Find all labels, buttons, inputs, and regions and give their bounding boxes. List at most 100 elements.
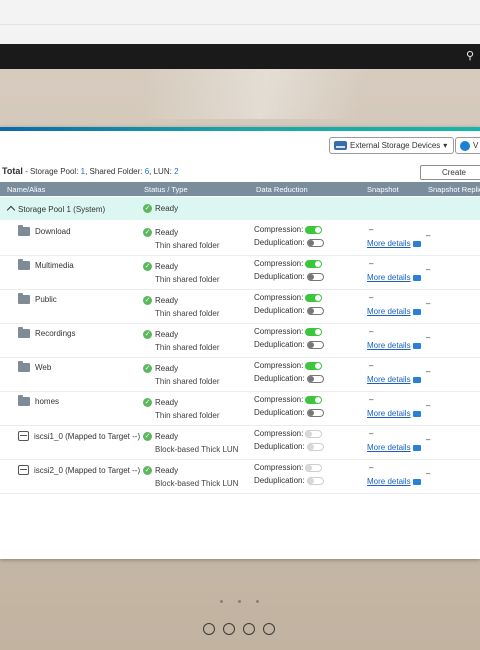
column-header-snapshot[interactable]: Snapshot	[367, 185, 399, 194]
snapshot-replica-value: –	[426, 401, 431, 410]
row-status-text: Ready	[155, 466, 179, 475]
check-icon: ✓	[143, 398, 152, 408]
deduplication-toggle[interactable]	[306, 476, 324, 485]
row-name[interactable]: homes	[18, 395, 60, 406]
table-header: Name/Alias Status / Type Data Reduction …	[0, 182, 480, 196]
row-name-text: iscsi1_0 (Mapped to Target --)	[34, 431, 141, 441]
folder-icon	[18, 293, 30, 304]
external-storage-devices-button[interactable]: External Storage Devices ▾	[329, 137, 455, 154]
row-name[interactable]: Download	[18, 225, 71, 236]
storage-pool-row[interactable]: Storage Pool 1 (System) ✓ Ready	[0, 197, 480, 220]
lun-count: 2	[174, 167, 179, 176]
row-status-text: Ready	[155, 228, 179, 237]
more-details-link[interactable]: More details	[367, 239, 421, 248]
compression-label: Compression:	[254, 259, 304, 268]
table-row[interactable]: Public ✓ Ready Thin shared folder Compressio…	[0, 289, 480, 324]
compression-toggle[interactable]	[305, 463, 323, 472]
table-row[interactable]: iscsi1_0 (Mapped to Target --) ✓ Ready Bloc…	[0, 425, 480, 460]
folder-icon	[18, 259, 30, 270]
dock-edit-icon[interactable]	[263, 623, 275, 635]
search-icon[interactable]: ⚲	[466, 50, 478, 62]
compression-setting: Compression:	[254, 327, 323, 336]
deduplication-setting: Deduplication:	[254, 306, 324, 315]
compression-toggle[interactable]	[305, 395, 323, 404]
row-name[interactable]: iscsi2_0 (Mapped to Target --)	[18, 465, 140, 475]
check-icon: ✓	[143, 364, 152, 374]
folder-icon	[18, 361, 30, 372]
deduplication-toggle[interactable]	[306, 340, 324, 349]
deduplication-toggle[interactable]	[306, 306, 324, 315]
folder-icon	[18, 225, 30, 236]
storage-pool-name[interactable]: Storage Pool 1 (System)	[6, 205, 106, 215]
table-row[interactable]: Web ✓ Ready Thin shared folder Compression: D…	[0, 357, 480, 392]
deduplication-toggle[interactable]	[306, 272, 324, 281]
compression-toggle[interactable]	[305, 327, 323, 336]
v-button[interactable]: V	[455, 137, 480, 154]
compression-toggle[interactable]	[305, 429, 323, 438]
compression-label: Compression:	[254, 225, 304, 234]
deduplication-toggle[interactable]	[306, 374, 324, 383]
row-status-text: Ready	[155, 296, 179, 305]
summary-line: Total - Storage Pool: 1, Shared Folder: …	[2, 166, 179, 176]
row-status: ✓ Ready	[143, 296, 179, 306]
check-icon: ✓	[143, 330, 152, 340]
row-type: Thin shared folder	[155, 411, 220, 420]
column-header-name[interactable]: Name/Alias	[7, 185, 45, 194]
row-name[interactable]: Multimedia	[18, 259, 74, 270]
more-details-link[interactable]: More details	[367, 307, 421, 316]
table-row[interactable]: homes ✓ Ready Thin shared folder Compression…	[0, 391, 480, 426]
compression-toggle[interactable]	[305, 361, 323, 370]
table-row[interactable]: Download ✓ Ready Thin shared folder Compress…	[0, 221, 480, 256]
message-icon	[412, 308, 421, 315]
table-row[interactable]: Recordings ✓ Ready Thin shared folder Compre…	[0, 323, 480, 358]
more-details-link[interactable]: More details	[367, 409, 421, 418]
dock-grid-icon[interactable]	[243, 623, 255, 635]
column-header-status[interactable]: Status / Type	[144, 185, 188, 194]
more-details-link[interactable]: More details	[367, 375, 421, 384]
deduplication-label: Deduplication:	[254, 408, 305, 417]
compression-toggle[interactable]	[305, 225, 323, 234]
more-details-link[interactable]: More details	[367, 443, 421, 452]
page-dot[interactable]	[220, 600, 223, 603]
row-type: Thin shared folder	[155, 241, 220, 250]
row-name[interactable]: Web	[18, 361, 52, 372]
more-details-link[interactable]: More details	[367, 273, 421, 282]
snapshot-value: –	[369, 327, 374, 336]
row-name[interactable]: Public	[18, 293, 57, 304]
page-dot[interactable]	[256, 600, 259, 603]
column-header-data-reduction[interactable]: Data Reduction	[256, 185, 308, 194]
snapshot-replica-value: –	[426, 231, 431, 240]
row-name[interactable]: Recordings	[18, 327, 75, 338]
row-name-text: Web	[35, 363, 52, 372]
more-details-link[interactable]: More details	[367, 477, 421, 486]
check-icon: ✓	[143, 204, 152, 214]
storage-pool-label-text: Storage Pool 1 (System)	[18, 205, 106, 214]
create-button[interactable]: Create	[420, 165, 480, 180]
compression-toggle[interactable]	[305, 259, 323, 268]
compression-toggle[interactable]	[305, 293, 323, 302]
dock-app-icon[interactable]	[203, 623, 215, 635]
table-row[interactable]: Multimedia ✓ Ready Thin shared folder Compre…	[0, 255, 480, 290]
total-separator: -	[22, 167, 30, 176]
more-details-text: More details	[367, 307, 411, 316]
more-details-text: More details	[367, 443, 411, 452]
column-header-snapshot-replica[interactable]: Snapshot Replic	[428, 185, 480, 194]
row-status: ✓ Ready	[143, 398, 178, 408]
row-name-text: homes	[35, 397, 60, 406]
row-type: Block-based Thick LUN	[155, 479, 239, 488]
page-dot[interactable]	[238, 600, 241, 603]
chevron-up-icon[interactable]	[6, 205, 16, 215]
deduplication-label: Deduplication:	[254, 476, 305, 485]
row-name[interactable]: iscsi1_0 (Mapped to Target --)	[18, 431, 140, 441]
message-icon	[412, 410, 421, 417]
compression-label: Compression:	[254, 429, 304, 438]
dock-search-icon[interactable]	[223, 623, 235, 635]
more-details-link[interactable]: More details	[367, 341, 421, 350]
deduplication-toggle[interactable]	[306, 408, 324, 417]
deduplication-toggle[interactable]	[306, 442, 324, 451]
total-label: Total	[2, 166, 23, 176]
deduplication-toggle[interactable]	[306, 238, 324, 247]
deduplication-label: Deduplication:	[254, 442, 305, 451]
table-row[interactable]: iscsi2_0 (Mapped to Target --) ✓ Ready Bloc…	[0, 459, 480, 494]
compression-label: Compression:	[254, 395, 304, 404]
